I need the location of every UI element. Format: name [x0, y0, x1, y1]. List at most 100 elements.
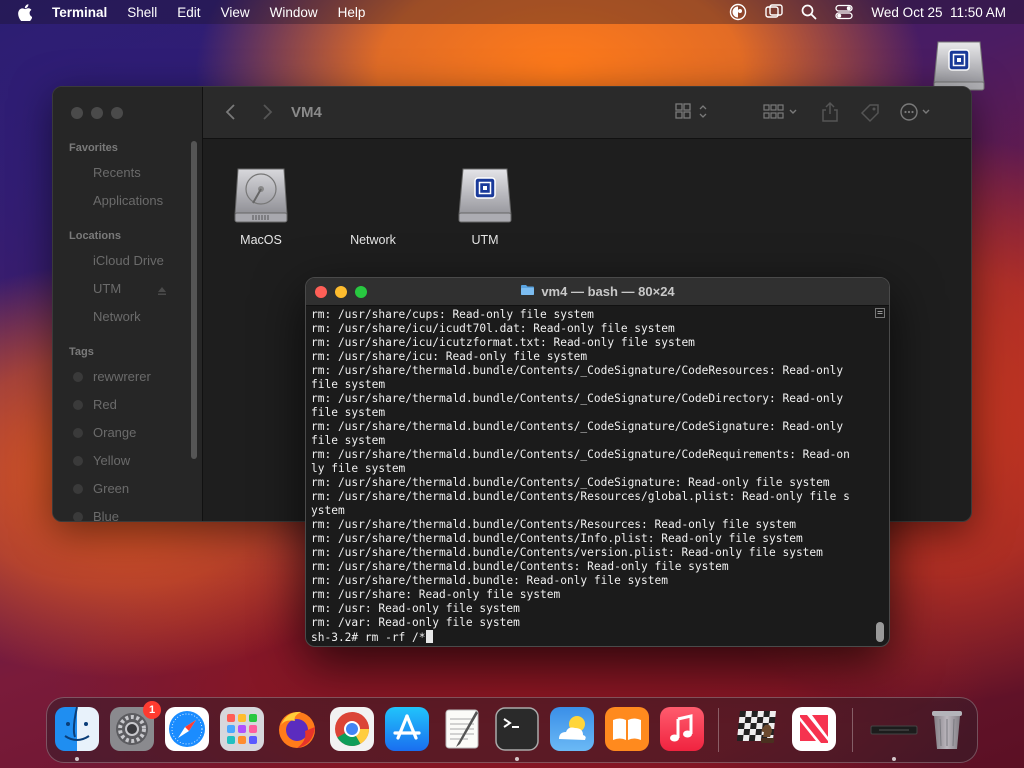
terminal-output-line: rm: /usr/share/cups: Read-only file syst…	[311, 308, 594, 321]
tag-icon[interactable]	[859, 102, 881, 127]
sidebar-tag-orange[interactable]: Orange	[93, 425, 136, 440]
menu-clock[interactable]: Wed Oct 25 11:50 AM	[871, 5, 1006, 20]
view-grid-icon[interactable]	[675, 103, 711, 124]
spotlight-search-icon[interactable]	[801, 4, 817, 20]
sidebar-tag-green[interactable]: Green	[93, 481, 129, 496]
more-actions-icon[interactable]	[899, 102, 935, 125]
terminal-output-line: rm: /usr/share/thermald.bundle/Contents/…	[311, 448, 850, 461]
dock-books-icon[interactable]	[605, 707, 649, 751]
sidebar-tag-blue[interactable]: Blue	[93, 509, 119, 521]
utm-drive-icon	[455, 165, 515, 225]
finder-item-network[interactable]: Network	[323, 165, 423, 247]
terminal-title-text: vm4 — bash — 80×24	[541, 284, 675, 299]
tag-dot-icon	[73, 456, 83, 466]
terminal-output-line: rm: /usr: Read-only file system	[311, 602, 520, 615]
menu-bar: Terminal Shell Edit View Window Help Wed…	[0, 0, 1024, 24]
network-icon	[343, 165, 403, 225]
sidebar-item-recents[interactable]: Recents	[93, 165, 141, 180]
sidebar-item-utm[interactable]: UTM	[93, 281, 121, 296]
dock-chrome-icon[interactable]	[330, 707, 374, 751]
forward-chevron-icon[interactable]	[261, 103, 273, 124]
terminal-output[interactable]: rm: /usr/share/cups: Read-only file syst…	[311, 308, 877, 644]
hard-drive-icon	[231, 165, 291, 225]
menu-window[interactable]: Window	[270, 5, 318, 20]
terminal-output-line: rm: /usr/share/icu/icudt70l.dat: Read-on…	[311, 322, 675, 335]
tag-dot-icon	[73, 400, 83, 410]
minimize-button[interactable]	[91, 107, 103, 119]
dock-chess-icon[interactable]	[736, 707, 781, 751]
terminal-output-line: file system	[311, 434, 386, 447]
sidebar-tag-red[interactable]: Red	[93, 397, 117, 412]
apple-menu-icon[interactable]	[18, 3, 38, 21]
dock-firefox-icon[interactable]	[275, 707, 319, 751]
menu-shell[interactable]: Shell	[127, 5, 157, 20]
dock-finder-icon[interactable]	[55, 706, 99, 751]
sidebar-tag-yellow[interactable]: Yellow	[93, 453, 130, 468]
share-icon[interactable]	[821, 101, 839, 126]
text-cursor	[425, 630, 433, 643]
finder-window-title: VM4	[291, 104, 322, 121]
terminal-output-line: ystem	[311, 504, 345, 517]
terminal-output-line: rm: /usr/share/thermald.bundle/Contents/…	[311, 490, 850, 503]
sidebar-item-applications[interactable]: Applications	[93, 193, 163, 208]
terminal-output-line: file system	[311, 378, 386, 391]
dock: 1	[46, 697, 978, 763]
finder-item-label: Network	[350, 233, 396, 247]
running-indicator	[515, 757, 519, 761]
finder-item-label: UTM	[471, 233, 499, 247]
menu-edit[interactable]: Edit	[177, 5, 200, 20]
terminal-output-line: rm: /usr/share/thermald.bundle/Contents:…	[311, 560, 729, 573]
zoom-button[interactable]	[111, 107, 123, 119]
scroll-up-icon[interactable]	[875, 308, 885, 318]
terminal-output-line: rm: /usr/share/icu/icutzformat.txt: Read…	[311, 336, 695, 349]
dock-safari-icon[interactable]	[165, 707, 209, 751]
dock-separator	[718, 708, 719, 752]
terminal-title: vm4 — bash — 80×24	[306, 284, 889, 299]
finder-item-utm[interactable]: UTM	[435, 165, 535, 247]
terminal-output-line: rm: /usr/share/thermald.bundle/Contents/…	[311, 364, 844, 377]
terminal-output-line: ly file system	[311, 462, 406, 475]
terminal-output-line: rm: /var: Read-only file system	[311, 616, 520, 629]
back-chevron-icon[interactable]	[225, 103, 237, 124]
menu-view[interactable]: View	[221, 5, 250, 20]
sidebar-locations-heading: Locations	[69, 230, 121, 242]
finder-sidebar: Favorites Recents Applications Locations…	[53, 87, 203, 521]
dock-news-icon[interactable]	[792, 707, 836, 751]
terminal-output-line: rm: /usr/share/thermald.bundle/Contents/…	[311, 532, 803, 545]
terminal-output-line: rm: /usr/share/thermald.bundle/Contents/…	[311, 546, 823, 559]
dock-trash-icon[interactable]	[925, 707, 969, 751]
terminal-output-line: rm: /usr/share/icu: Read-only file syste…	[311, 350, 588, 363]
display-mirror-icon[interactable]	[729, 3, 747, 21]
dock-music-icon[interactable]	[660, 707, 704, 751]
stage-manager-icon[interactable]	[765, 4, 784, 20]
close-button[interactable]	[71, 107, 83, 119]
terminal-titlebar[interactable]: vm4 — bash — 80×24	[306, 278, 889, 306]
tag-dot-icon	[73, 372, 83, 382]
menu-help[interactable]: Help	[338, 5, 366, 20]
menu-app-name[interactable]: Terminal	[52, 5, 107, 20]
dock-terminal-icon[interactable]	[495, 707, 539, 751]
sidebar-favorites-heading: Favorites	[69, 142, 118, 154]
eject-icon[interactable]	[157, 283, 167, 301]
scrollbar-thumb[interactable]	[876, 622, 884, 642]
terminal-output-line: rm: /usr/share/thermald.bundle/Contents/…	[311, 518, 796, 531]
terminal-scrollbar[interactable]	[875, 308, 885, 644]
running-indicator	[75, 757, 79, 761]
tag-dot-icon	[73, 484, 83, 494]
dock-app-store-icon[interactable]	[385, 707, 429, 751]
sidebar-scrollbar[interactable]	[191, 141, 197, 459]
dock-textedit-icon[interactable]	[440, 707, 484, 751]
group-by-icon[interactable]	[763, 103, 801, 124]
sidebar-item-icloud-drive[interactable]: iCloud Drive	[93, 253, 164, 268]
notification-badge: 1	[143, 701, 161, 719]
terminal-output-line: rm: /usr/share/thermald.bundle: Read-onl…	[311, 574, 668, 587]
dock-weather-icon[interactable]	[550, 707, 594, 751]
dock-launchpad-icon[interactable]	[220, 707, 264, 751]
sidebar-tag-rewwrerer[interactable]: rewwrerer	[93, 369, 151, 384]
control-center-icon[interactable]	[835, 4, 854, 20]
dock-separator	[852, 708, 853, 752]
finder-item-macos[interactable]: MacOS	[211, 165, 311, 247]
dock-minimized-window-icon[interactable]	[869, 707, 919, 751]
terminal-prompt-line: sh-3.2# rm -rf /*	[311, 630, 877, 644]
sidebar-item-network[interactable]: Network	[93, 309, 141, 324]
